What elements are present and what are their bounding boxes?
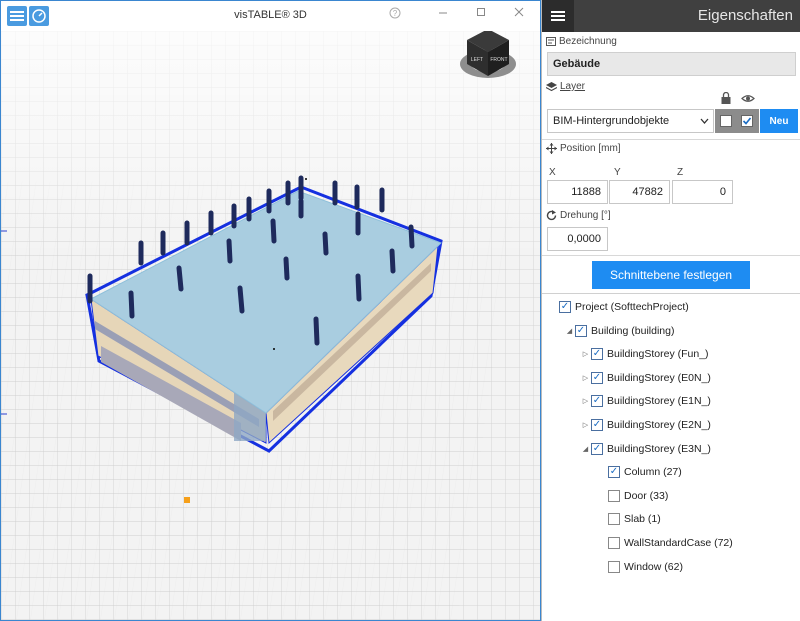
eye-icon [741,95,755,102]
tree-item[interactable]: ◢ ✓ BuildingStorey (E3N_) [580,440,711,458]
new-layer-button[interactable]: Neu [760,109,798,133]
tree-item[interactable]: Door (33) [597,487,668,505]
position-label: Position [mm] [560,143,621,154]
tree-item-checkbox[interactable] [608,489,620,502]
tree-item-label: Building (building) [591,324,675,337]
tree-item[interactable]: ▷ ✓ BuildingStorey (Fun_) [580,345,709,363]
position-y-label: Y [614,167,621,178]
tree-item-checkbox[interactable]: ✓ [559,301,571,313]
origin-marker [184,497,190,503]
tree-item-checkbox[interactable]: ✓ [591,348,603,361]
collapsed-arrow-icon[interactable]: ▷ [580,397,591,405]
tree-item[interactable]: Slab (1) [597,510,661,528]
rotate-icon [546,210,557,221]
position-x-label: X [549,167,556,178]
window-titlebar: visTABLE® 3D ? [1,1,540,31]
tree-item-label: BuildingStorey (Fun_) [607,348,709,361]
position-z-label: Z [677,167,684,178]
view-cube-front-label: FRONT [490,57,507,63]
lock-icon [721,92,731,104]
minimize-icon[interactable] [438,7,448,20]
view-cube-left-label: LEFT [471,57,483,63]
layer-select[interactable]: BIM-Hintergrundobjekte [547,109,714,133]
tree-item-checkbox[interactable]: ✓ [591,371,603,384]
panel-menu-button[interactable] [542,0,574,32]
tree-item[interactable]: ▷ ✓ BuildingStorey (E1N_) [580,392,711,410]
position-label-row: Position [mm] [546,143,621,154]
tree-item-label: BuildingStorey (E1N_) [607,395,711,408]
tag-icon [546,37,556,46]
tree-item[interactable]: Window (62) [597,558,683,576]
collapsed-arrow-icon[interactable]: ▷ [580,350,591,358]
chevron-down-icon [700,118,709,124]
3d-scene[interactable]: LEFT FRONT [1,31,540,621]
designation-label: Bezeichnung [559,36,617,47]
layer-label-row: Layer [546,81,585,92]
expanded-arrow-icon[interactable]: ◢ [564,327,575,335]
position-z-input[interactable]: 0 [672,180,733,204]
rotation-label: Drehung [°] [560,210,611,221]
layer-link[interactable]: Layer [560,81,585,92]
divider [542,139,800,140]
designation-label-row: Bezeichnung [546,36,617,47]
tree-item[interactable]: ▷ ✓ BuildingStorey (E2N_) [580,416,711,434]
tree-item-checkbox[interactable] [608,560,620,573]
3d-viewport-window: visTABLE® 3D ? LEFT FRONT [0,0,541,621]
rotation-input[interactable]: 0,0000 [547,227,608,251]
set-section-plane-button[interactable]: Schnittebene festlegen [592,261,750,289]
tree-item-label: Column (27) [624,466,682,479]
panel-header: Eigenschaften [542,0,800,32]
panel-title: Eigenschaften [697,7,793,24]
divider [542,255,800,256]
tree-item-label: BuildingStorey (E3N_) [607,442,711,455]
tree-item-label: BuildingStorey (E2N_) [607,419,711,431]
tree-item[interactable]: ▷ ✓ BuildingStorey (E0N_) [580,369,711,387]
tree-item[interactable]: ✓ Column (27) [597,463,682,481]
tree-item-checkbox[interactable]: ✓ [575,324,587,337]
tree-item-label: Window (62) [624,560,683,573]
tree-item[interactable]: ◢ ✓ Building (building) [564,322,674,340]
tree-item-label: Slab (1) [624,513,661,526]
tree-item-checkbox[interactable]: ✓ [591,395,603,408]
rotation-label-row: Drehung [°] [546,210,611,221]
tree-item-checkbox[interactable]: ✓ [591,419,603,431]
tree-item-label: BuildingStorey (E0N_) [607,371,711,384]
tree-item-checkbox[interactable]: ✓ [591,442,603,455]
layers-icon [546,81,557,91]
tree-item-label: Door (33) [624,489,669,502]
position-x-input[interactable]: 11888 [547,180,608,204]
position-y-input[interactable]: 47882 [609,180,670,204]
tree-item[interactable]: ✓ Project (SofttechProject) [548,298,689,316]
tree-item-checkbox[interactable] [608,513,620,526]
hamburger-icon [551,11,565,21]
properties-panel: Eigenschaften Bezeichnung Gebäude Layer … [541,0,800,621]
svg-text:?: ? [393,9,398,18]
expanded-arrow-icon[interactable]: ◢ [580,445,591,453]
collapsed-arrow-icon[interactable]: ▷ [580,421,591,429]
close-icon[interactable] [514,7,524,20]
tree-item[interactable]: WallStandardCase (72) [597,534,733,552]
designation-field[interactable]: Gebäude [547,52,796,76]
tree-item-checkbox[interactable] [608,537,620,549]
layer-select-value: BIM-Hintergrundobjekte [553,115,670,127]
collapsed-arrow-icon[interactable]: ▷ [580,374,591,382]
check-icon [742,117,752,125]
help-icon[interactable]: ? [389,7,401,22]
window-title: visTABLE® 3D [234,9,307,21]
layer-visible-checkbox[interactable] [741,115,753,127]
maximize-icon[interactable] [476,7,486,20]
layer-lock-checkbox[interactable] [720,115,732,127]
model-tree: ✓ Project (SofttechProject) ◢ ✓ Building (bu… [542,293,800,621]
tree-item-label: WallStandardCase (72) [624,537,733,549]
tree-item-checkbox[interactable]: ✓ [608,466,620,479]
tree-item-label: Project (SofttechProject) [575,301,689,313]
move-icon [546,143,557,154]
